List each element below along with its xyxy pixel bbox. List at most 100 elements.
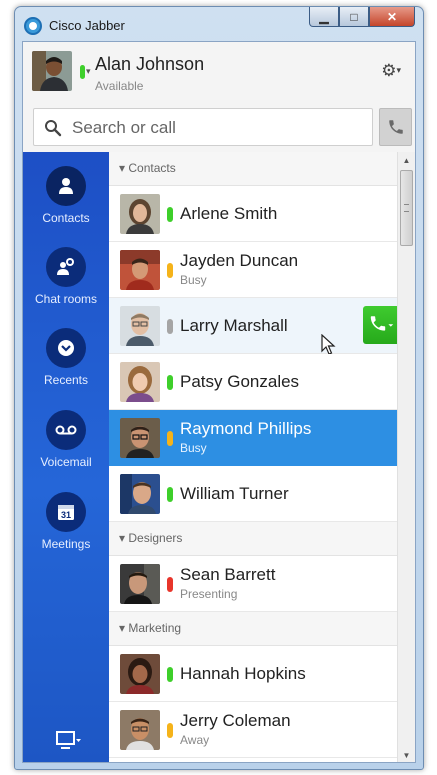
nav-item-contacts[interactable]: Contacts bbox=[23, 166, 109, 244]
minimize-button[interactable]: ▁ bbox=[309, 7, 339, 27]
contact-name: Hannah Hopkins bbox=[180, 664, 306, 683]
chevron-down-icon: ▾ bbox=[396, 65, 401, 75]
contact-row[interactable]: Jerry Coleman Away bbox=[109, 702, 397, 758]
avatar bbox=[120, 250, 160, 290]
maximize-button[interactable]: □ bbox=[339, 7, 369, 27]
nav-item-recents[interactable]: Recents bbox=[23, 328, 109, 406]
nav-item-chat-rooms[interactable]: Chat rooms bbox=[23, 247, 109, 325]
nav-item-meetings[interactable]: 31 Meetings bbox=[23, 492, 109, 570]
contact-list: ▾ Contacts Arlene Smith Jayden Duncan Bu… bbox=[109, 152, 397, 762]
avatar bbox=[120, 474, 160, 514]
presence-indicator bbox=[167, 667, 173, 682]
presence-indicator bbox=[167, 375, 173, 390]
contact-row[interactable]: Hannah Hopkins bbox=[109, 646, 397, 702]
call-contact-button[interactable] bbox=[363, 306, 397, 344]
contact-row[interactable]: Patsy Gonzales bbox=[109, 354, 397, 410]
navigation-sidebar: Contacts Chat rooms Recents Voicemail 31… bbox=[23, 152, 109, 762]
user-header: ▾ Alan Johnson Available ⚙▾ bbox=[23, 42, 415, 100]
avatar bbox=[120, 654, 160, 694]
contact-name: Patsy Gonzales bbox=[180, 372, 300, 391]
group-name: Designers bbox=[128, 531, 183, 545]
window-controls: ▁ □ ✕ bbox=[309, 7, 415, 29]
group-header-designers[interactable]: ▾ Designers bbox=[109, 522, 397, 556]
contact-row[interactable]: Jayden Duncan Busy bbox=[109, 242, 397, 298]
group-header-marketing[interactable]: ▾ Marketing bbox=[109, 612, 397, 646]
chevron-down-icon: ▾ bbox=[119, 621, 129, 635]
title-bar[interactable]: Cisco Jabber ▁ □ ✕ bbox=[15, 7, 423, 43]
calendar-icon: 31 bbox=[46, 492, 86, 532]
contact-name: Jerry Coleman bbox=[180, 711, 291, 730]
jabber-logo-icon bbox=[24, 17, 42, 35]
chat-rooms-icon bbox=[46, 247, 86, 287]
avatar bbox=[120, 194, 160, 234]
calendar-icon-day: 31 bbox=[61, 510, 71, 520]
app-window: Cisco Jabber ▁ □ ✕ ▾ Alan Johnson Availa… bbox=[14, 6, 424, 770]
nav-label: Voicemail bbox=[40, 455, 92, 469]
scroll-down-arrow-icon[interactable]: ▼ bbox=[398, 747, 415, 762]
group-name: Contacts bbox=[128, 161, 176, 175]
person-icon bbox=[46, 166, 86, 206]
presence-indicator bbox=[167, 319, 173, 334]
contact-row[interactable]: Larry Marshall bbox=[109, 298, 397, 355]
presence-indicator bbox=[167, 263, 173, 278]
presence-indicator bbox=[167, 577, 173, 592]
contact-row[interactable]: William Turner bbox=[109, 466, 397, 522]
nav-item-voicemail[interactable]: Voicemail bbox=[23, 410, 109, 488]
presence-indicator bbox=[167, 431, 173, 446]
search-input[interactable] bbox=[72, 116, 362, 140]
chevron-down-icon: ▾ bbox=[119, 161, 129, 175]
nav-label: Contacts bbox=[42, 211, 90, 225]
client-area: ▾ Alan Johnson Available ⚙▾ Search or ca… bbox=[22, 41, 416, 763]
nav-label: Chat rooms bbox=[34, 292, 98, 306]
contact-status: Away bbox=[180, 733, 210, 747]
avatar bbox=[120, 710, 160, 750]
contact-name: Sean Barrett bbox=[180, 565, 276, 584]
contact-name: Raymond Phillips bbox=[180, 419, 312, 438]
avatar bbox=[120, 306, 160, 346]
scroll-thumb[interactable] bbox=[400, 170, 413, 246]
chevron-down-icon: ▾ bbox=[119, 531, 129, 545]
user-status[interactable]: Available bbox=[95, 79, 143, 93]
presence-indicator bbox=[167, 487, 173, 502]
presence-indicator bbox=[167, 207, 173, 222]
close-icon: ✕ bbox=[386, 9, 398, 24]
search-icon bbox=[45, 120, 62, 137]
contact-row[interactable]: Sean Barrett Presenting bbox=[109, 556, 397, 612]
avatar bbox=[120, 564, 160, 604]
screen-share-button[interactable] bbox=[56, 730, 81, 750]
contact-row[interactable]: Raymond Phillips Busy bbox=[109, 410, 397, 466]
monitor-icon bbox=[56, 731, 81, 749]
nav-label: Meetings bbox=[41, 537, 91, 551]
phone-icon bbox=[370, 316, 394, 331]
settings-button[interactable]: ⚙▾ bbox=[381, 61, 401, 81]
contact-status: Presenting bbox=[180, 587, 238, 601]
contact-name: William Turner bbox=[180, 484, 289, 503]
avatar bbox=[120, 418, 160, 458]
contact-status: Busy bbox=[180, 441, 207, 455]
presence-indicator bbox=[167, 723, 173, 738]
search-box[interactable] bbox=[33, 108, 373, 146]
voicemail-icon bbox=[46, 410, 86, 450]
maximize-icon: □ bbox=[350, 9, 358, 24]
call-button[interactable] bbox=[379, 108, 412, 146]
contact-row[interactable]: Arlene Smith bbox=[109, 186, 397, 242]
phone-icon bbox=[388, 120, 403, 134]
mouse-cursor-icon bbox=[321, 334, 336, 355]
minimize-icon: ▁ bbox=[319, 9, 329, 24]
window-title: Cisco Jabber bbox=[49, 18, 125, 33]
status-caret-icon[interactable]: ▾ bbox=[86, 66, 91, 77]
scroll-up-arrow-icon[interactable]: ▲ bbox=[398, 152, 415, 169]
avatar bbox=[120, 362, 160, 402]
contact-status: Busy bbox=[180, 273, 207, 287]
group-name: Marketing bbox=[128, 621, 182, 635]
group-header-contacts[interactable]: ▾ Contacts bbox=[109, 152, 397, 186]
scrollbar[interactable]: ▲ ▼ bbox=[397, 152, 415, 762]
close-button[interactable]: ✕ bbox=[369, 7, 415, 27]
contact-name: Arlene Smith bbox=[180, 204, 278, 223]
gear-icon: ⚙ bbox=[381, 61, 397, 80]
search-bar bbox=[23, 100, 415, 152]
nav-label: Recents bbox=[43, 373, 89, 387]
recents-icon bbox=[46, 328, 86, 368]
contact-name: Larry Marshall bbox=[180, 316, 288, 335]
avatar[interactable] bbox=[32, 51, 72, 91]
